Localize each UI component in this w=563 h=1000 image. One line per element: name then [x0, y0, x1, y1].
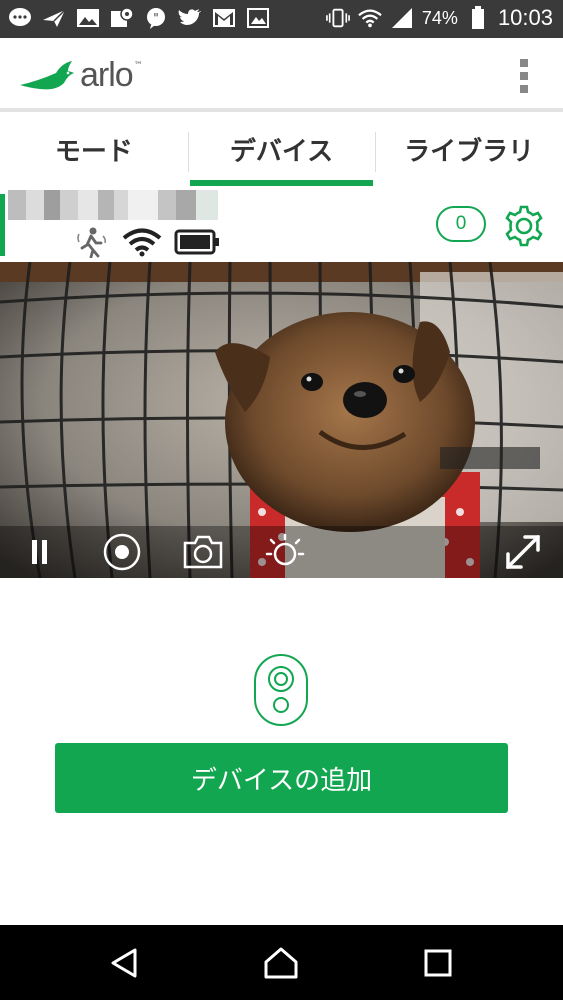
- navigation-bar: [0, 925, 563, 1000]
- motion-detection-icon: [77, 227, 107, 258]
- wifi-signal-icon: [122, 228, 162, 257]
- status-bar: " 74% 10:03: [0, 0, 563, 38]
- arlo-logo: arlo ™: [18, 56, 143, 95]
- tab-library[interactable]: ライブラリ: [375, 112, 563, 186]
- home-icon[interactable]: [261, 943, 301, 983]
- gear-icon[interactable]: [502, 204, 546, 248]
- battery-icon: [174, 229, 219, 255]
- video-control-bar: [0, 526, 563, 578]
- clock: 10:03: [497, 5, 553, 30]
- tab-mode[interactable]: モード: [0, 112, 188, 186]
- snapshot-camera-icon[interactable]: [180, 532, 226, 572]
- battery-percent: 74%: [421, 7, 458, 28]
- tab-bar: モード デバイス ライブラリ: [0, 112, 563, 186]
- recents-icon[interactable]: [418, 943, 458, 983]
- logo-text: arlo: [80, 56, 134, 94]
- tab-label: ライブラリ: [404, 136, 535, 167]
- overflow-menu-icon[interactable]: [519, 58, 529, 94]
- device-accent-bar: [0, 194, 5, 256]
- logo-trademark: ™: [133, 61, 143, 71]
- gmail-icon: [212, 6, 236, 30]
- add-device-button[interactable]: デバイスの追加: [55, 743, 508, 813]
- notification-count-badge[interactable]: 0: [436, 206, 486, 242]
- fullscreen-icon[interactable]: [500, 532, 546, 572]
- pause-icon[interactable]: [22, 532, 58, 572]
- device-status-icons: [76, 226, 220, 258]
- arlo-camera-icon: [253, 653, 309, 727]
- tab-label: モード: [54, 136, 133, 167]
- photo-icon: [246, 6, 270, 30]
- wifi-icon: [358, 6, 382, 30]
- system-status: 74% 10:03: [325, 5, 553, 31]
- record-icon[interactable]: [100, 532, 144, 572]
- tab-label: デバイス: [229, 136, 334, 167]
- brightness-icon[interactable]: [262, 532, 308, 572]
- vibrate-icon: [325, 6, 350, 30]
- back-icon[interactable]: [104, 943, 144, 983]
- image-icon: [76, 6, 100, 30]
- battery-icon: [466, 6, 490, 30]
- tab-devices[interactable]: デバイス: [187, 112, 376, 186]
- chat-bubble-icon: ": [144, 6, 168, 30]
- message-icon: [8, 6, 32, 30]
- twitter-icon: [178, 6, 202, 30]
- app-bar: arlo ™: [0, 38, 563, 110]
- map-icon: [110, 6, 134, 30]
- notification-icons: ": [8, 6, 270, 30]
- svg-text:": ": [153, 11, 159, 25]
- live-video-feed[interactable]: [0, 262, 563, 578]
- arlo-bird-icon: [20, 61, 74, 90]
- send-icon: [42, 6, 66, 30]
- cell-signal-icon: [390, 6, 414, 30]
- device-name-redacted: [8, 190, 218, 220]
